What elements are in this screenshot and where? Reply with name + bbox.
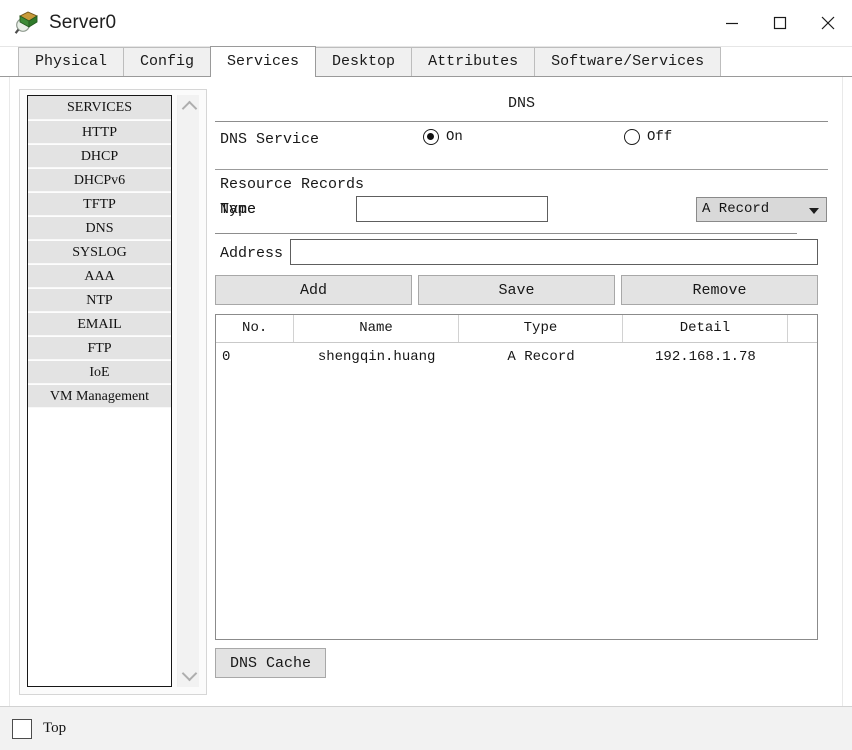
type-label: Type: [220, 201, 257, 218]
maximize-button[interactable]: [756, 0, 804, 46]
minimize-icon: [726, 22, 738, 25]
tab-physical[interactable]: Physical: [18, 47, 125, 76]
cell-type: A Record: [507, 349, 575, 365]
tab-config[interactable]: Config: [123, 47, 212, 76]
sidebar-item-ntp[interactable]: NTP: [28, 288, 171, 312]
cell-no: 0: [222, 349, 231, 365]
radio-on-label: On: [446, 129, 463, 145]
column-header-type: Type: [459, 315, 624, 342]
tab-services[interactable]: Services: [210, 46, 317, 77]
chevron-up-icon[interactable]: [178, 97, 200, 117]
window-title: Server0: [49, 12, 117, 33]
cell-detail: 192.168.1.78: [655, 349, 756, 365]
record-address-row: Address: [215, 238, 828, 274]
cell-name: shengqin.huang: [317, 349, 436, 365]
column-header-detail: Detail: [623, 315, 788, 342]
radio-off-label: Off: [647, 129, 673, 145]
services-sidebar: SERVICES HTTP DHCP DHCPv6 TFTP DNS SYSLO…: [19, 89, 207, 695]
title-bar: Server0: [0, 0, 852, 47]
sidebar-item-ftp[interactable]: FTP: [28, 336, 171, 360]
chevron-down-icon[interactable]: [178, 665, 200, 685]
sidebar-item-email[interactable]: EMAIL: [28, 312, 171, 336]
dns-panel: DNS DNS Service On Off Resource Records …: [215, 89, 828, 694]
tab-attributes[interactable]: Attributes: [411, 47, 536, 76]
radio-off-icon[interactable]: [624, 129, 640, 145]
type-select[interactable]: A Record: [696, 197, 827, 222]
sidebar-scrollbar[interactable]: [177, 95, 199, 687]
dns-cache-button[interactable]: DNS Cache: [215, 648, 326, 678]
address-input[interactable]: [290, 239, 818, 265]
dns-service-row: DNS Service On Off: [215, 122, 828, 160]
dns-service-on-option[interactable]: On: [423, 129, 463, 145]
tab-software-services[interactable]: Software/Services: [534, 47, 722, 76]
add-button[interactable]: Add: [215, 275, 412, 305]
address-label: Address: [220, 245, 284, 262]
sidebar-item-dhcp[interactable]: DHCP: [28, 144, 171, 168]
server-magnifier-icon: [14, 10, 40, 36]
type-select-value: A Record: [702, 201, 770, 217]
minimize-button[interactable]: [708, 0, 756, 46]
sidebar-item-http[interactable]: HTTP: [28, 120, 171, 144]
sidebar-item-dns[interactable]: DNS: [28, 216, 171, 240]
tab-desktop[interactable]: Desktop: [315, 47, 413, 76]
sidebar-item-vm-management[interactable]: VM Management: [28, 384, 171, 408]
page-title: DNS: [507, 95, 535, 112]
cell-extra: [788, 343, 817, 372]
sidebar-item-tftp[interactable]: TFTP: [28, 192, 171, 216]
services-list[interactable]: SERVICES HTTP DHCP DHCPv6 TFTP DNS SYSLO…: [27, 95, 172, 687]
sidebar-item-services[interactable]: SERVICES: [28, 96, 171, 120]
sidebar-item-ioe[interactable]: IoE: [28, 360, 171, 384]
sidebar-item-dhcpv6[interactable]: DHCPv6: [28, 168, 171, 192]
top-checkbox-label: Top: [43, 720, 67, 736]
top-checkbox[interactable]: [12, 718, 32, 739]
table-header-row: No. Name Type Detail: [216, 315, 817, 343]
sidebar-item-syslog[interactable]: SYSLOG: [28, 240, 171, 264]
window-controls: [708, 0, 852, 46]
tab-strip: Physical Config Services Desktop Attribu…: [18, 46, 834, 77]
table-row[interactable]: 0 shengqin.huang A Record 192.168.1.78: [216, 343, 817, 372]
dns-service-off-option[interactable]: Off: [624, 129, 672, 145]
close-button[interactable]: [804, 0, 852, 46]
name-row-divider: [215, 233, 797, 234]
chevron-down-icon[interactable]: [809, 208, 819, 214]
close-icon: [821, 16, 835, 30]
content-inner: SERVICES HTTP DHCP DHCPv6 TFTP DNS SYSLO…: [9, 77, 843, 706]
record-action-buttons: Add Save Remove: [215, 275, 828, 305]
content-area: SERVICES HTTP DHCP DHCPv6 TFTP DNS SYSLO…: [0, 76, 852, 706]
column-header-name: Name: [294, 315, 459, 342]
remove-button[interactable]: Remove: [621, 275, 818, 305]
maximize-icon: [773, 16, 787, 30]
resource-records-table[interactable]: No. Name Type Detail 0 shengqin.huang A …: [215, 314, 818, 640]
resource-records-heading: Resource Records: [220, 176, 365, 193]
column-header-no: No.: [216, 315, 295, 342]
column-header-extra: [788, 315, 817, 342]
tab-strip-area: Physical Config Services Desktop Attribu…: [0, 46, 852, 77]
sidebar-item-aaa[interactable]: AAA: [28, 264, 171, 288]
footer-bar: Top: [0, 706, 852, 750]
radio-on-icon[interactable]: [423, 129, 439, 145]
dns-service-label: DNS Service: [220, 131, 320, 148]
record-name-row: Name Type A Record: [215, 195, 828, 227]
save-button[interactable]: Save: [418, 275, 615, 305]
